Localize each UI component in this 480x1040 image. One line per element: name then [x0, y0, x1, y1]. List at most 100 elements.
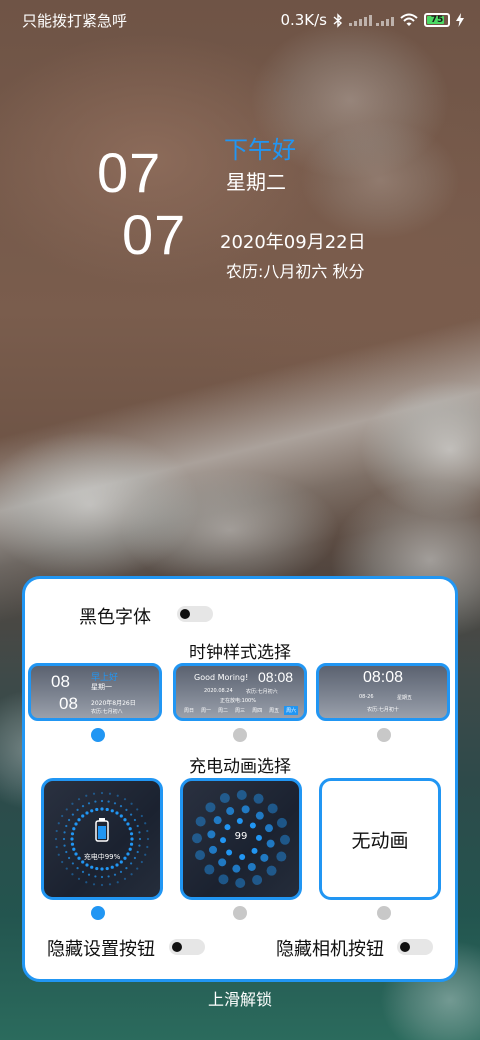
charge-ring-dot [71, 813, 74, 816]
charge-ring-dot [94, 800, 97, 803]
thumb-time: 08:08 [362, 669, 404, 686]
signal-icon [349, 14, 372, 26]
charge-anim-label: 充电中99% [83, 853, 121, 861]
charge-ring-dot [72, 827, 76, 831]
charge-ring-dot [63, 844, 66, 847]
charge-ring-dot [100, 791, 104, 795]
charge-anim-option-3[interactable]: 无动画 [319, 778, 441, 900]
charge-ring-dot [71, 873, 74, 876]
charge-ring-dot [63, 831, 66, 834]
charge-ring-dot [67, 818, 71, 822]
charge-ring-dot [136, 808, 139, 811]
charge-ring-dot [123, 798, 127, 801]
thumb-day: 周三 [235, 708, 246, 714]
unlock-hint[interactable]: 上滑解锁 [0, 986, 480, 1010]
thumb-hour: 08 [51, 672, 70, 691]
charge-ring-dot [65, 867, 68, 870]
charge-dot [276, 817, 287, 828]
charge-ring-dot [90, 865, 94, 869]
thumb-battery: 正在放电:100% [220, 698, 256, 704]
charge-anim-title: 充电动画选择 [189, 757, 291, 777]
charge-ring-dot [115, 811, 119, 815]
charge-ring-dot [81, 814, 85, 818]
clock-style-title: 时钟样式选择 [189, 643, 291, 663]
charge-ring-dot [77, 877, 81, 880]
charge-dot [249, 822, 256, 829]
charge-dot [219, 793, 230, 804]
charge-ring-dot [70, 842, 75, 846]
thumb-day: 周二 [218, 708, 229, 714]
net-speed: 0.3K/s [280, 11, 327, 29]
thumb-minute: 08 [59, 694, 78, 713]
charge-anim-option-1[interactable]: 充电中99% [41, 778, 163, 900]
battery-icon: 75 [424, 13, 450, 27]
charge-ring-dot [129, 842, 134, 846]
clock-style-2-radio[interactable] [233, 728, 247, 742]
charge-ring-dot [57, 822, 60, 825]
charge-ring-dot [146, 845, 149, 849]
charge-ring-dot [136, 824, 139, 828]
charge-ring-dot [130, 813, 133, 816]
charging-bolt-icon [456, 13, 464, 27]
charge-ring-dot [108, 883, 112, 886]
clock-style-1-radio[interactable] [91, 728, 105, 742]
charge-anim-2-radio[interactable] [233, 906, 247, 920]
thumb-lunar: 农历:七月初十 [367, 707, 399, 713]
hide-settings-label: 隐藏设置按钮 [47, 939, 155, 960]
no-anim-label: 无动画 [351, 829, 409, 852]
charge-dot [276, 851, 287, 862]
charge-ring-dot [87, 873, 91, 876]
clock-style-3-radio[interactable] [377, 728, 391, 742]
charge-ring-dot [105, 807, 109, 812]
signal-icon [376, 14, 394, 26]
charge-dot [209, 845, 218, 854]
charge-dot [255, 811, 264, 820]
charge-anim-option-2[interactable]: 99 [180, 778, 302, 900]
charge-ring-dot [81, 870, 85, 874]
charge-dot [224, 824, 231, 831]
thumb-date: 2020年8月26日 [91, 700, 136, 707]
clock-style-option-2[interactable]: Good Moring! 08:08 2020.08.24 农历:七月初六 正在… [173, 663, 307, 721]
charge-ring-dot [71, 802, 74, 805]
charge-ring-dot [95, 807, 99, 812]
charge-ring-dot [123, 818, 127, 822]
thumb-date: 08-26 [359, 694, 374, 700]
charge-anim-label: 99 [234, 831, 248, 842]
charge-ring-dot [128, 827, 132, 831]
charge-ring-dot [115, 863, 119, 867]
charge-ring-dot [105, 866, 109, 871]
clock-style-option-1[interactable]: 08 08 早上好 星期一 2020年8月26日 农历:七月初八 [28, 663, 162, 721]
charge-dot [226, 807, 235, 816]
black-font-label: 黑色字体 [79, 607, 151, 628]
charge-ring-dot [85, 811, 89, 815]
charge-ring-dot [125, 808, 128, 811]
charge-ring-dot [125, 867, 128, 870]
clock-style-option-3[interactable]: 08:08 08-26 星期五 农历:七月初十 [316, 663, 450, 721]
charge-ring-dot [133, 818, 137, 822]
settings-panel: 黑色字体 时钟样式选择 08 08 早上好 星期一 2020年8月26日 农历:… [22, 576, 458, 982]
black-font-toggle[interactable] [177, 606, 213, 622]
charge-dot [252, 874, 263, 885]
charge-ring-dot [113, 873, 117, 876]
charge-ring-dot [87, 802, 91, 805]
charge-ring-dot [113, 802, 117, 805]
charge-dot [253, 793, 264, 804]
charge-ring-dot [71, 862, 74, 865]
charge-anim-3-radio[interactable] [377, 906, 391, 920]
charge-anim-1-radio[interactable] [91, 906, 105, 920]
charge-ring-dot [130, 837, 134, 841]
charge-ring-dot [72, 847, 76, 851]
hide-settings-toggle[interactable] [169, 939, 205, 955]
charge-dot [195, 850, 206, 861]
charge-dot [195, 816, 206, 827]
charge-ring-dot [144, 822, 147, 825]
charge-ring-dot [140, 814, 143, 818]
date-text: 2020年09月22日 [220, 232, 366, 253]
charge-dot [204, 864, 215, 875]
charge-ring-dot [65, 824, 68, 828]
hide-camera-toggle[interactable] [397, 939, 433, 955]
charge-ring-dot [92, 792, 96, 795]
charge-dot [247, 862, 256, 871]
charge-ring-dot [119, 814, 123, 818]
charge-ring-dot [94, 875, 97, 878]
